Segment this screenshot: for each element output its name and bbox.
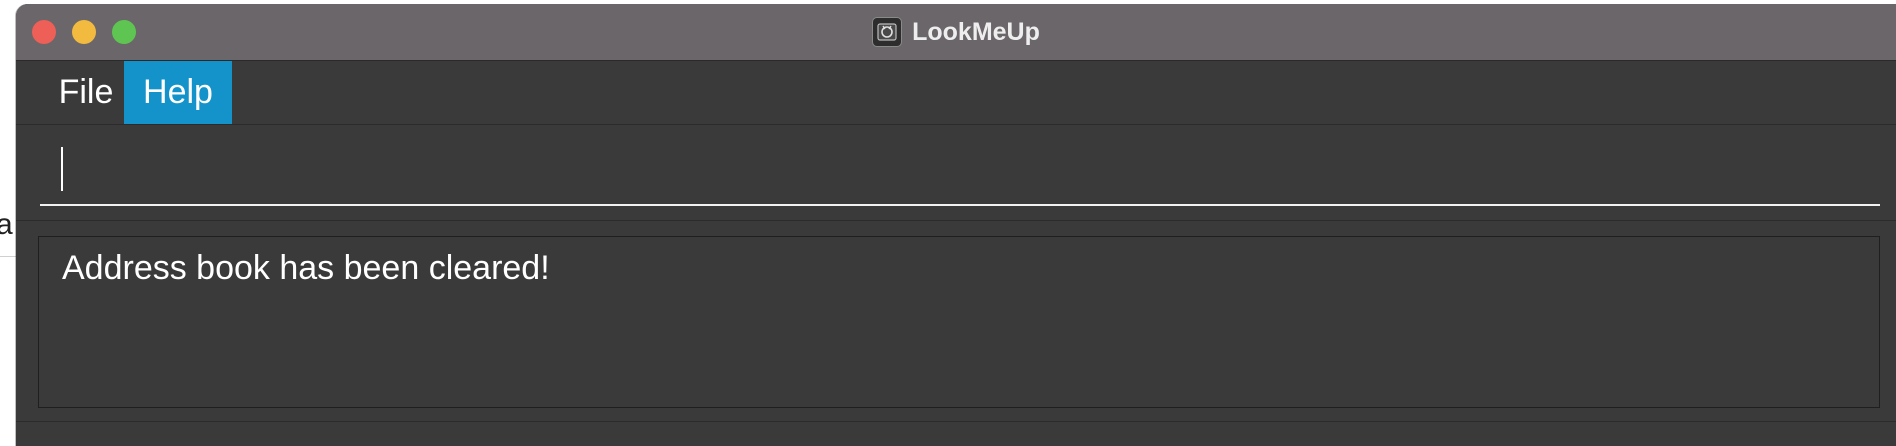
command-input[interactable] [40,139,1880,206]
app-window: LookMeUp File Help Address book has been… [16,4,1896,446]
result-message: Address book has been cleared! [62,249,550,287]
desktop-background: a LookMeUp File Help Address book has be… [0,0,1896,446]
list-panel-edge [16,421,1896,446]
window-title-group: LookMeUp [16,14,1896,50]
window-title: LookMeUp [912,17,1040,46]
title-bar[interactable]: LookMeUp [16,4,1896,61]
app-logo-icon [872,17,903,47]
background-window-text-fragment: a [0,208,13,241]
background-divider [0,256,16,257]
result-display[interactable]: Address book has been cleared! [38,236,1880,408]
command-box-placeholder [16,125,1896,221]
result-display-placeholder: Address book has been cleared! [16,221,1896,421]
text-cursor [61,147,63,191]
menu-help[interactable]: Help [124,61,232,124]
menu-bar: File Help [16,61,1896,125]
